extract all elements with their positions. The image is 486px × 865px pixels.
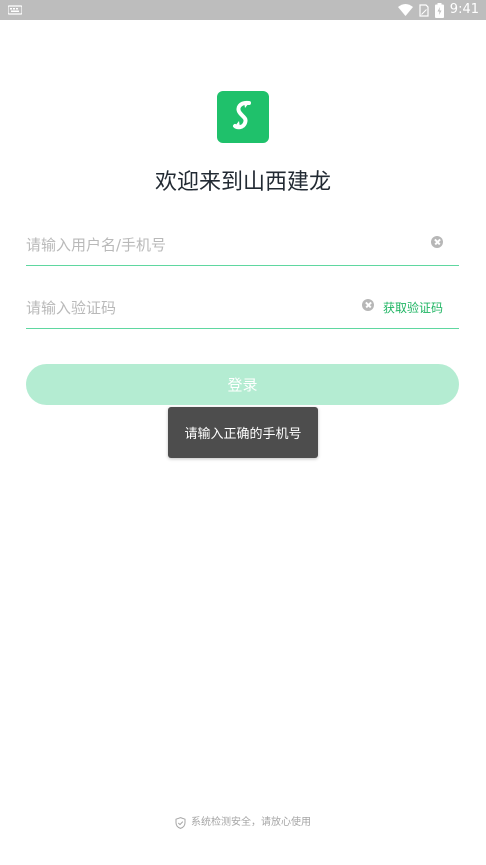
wifi-icon (397, 4, 413, 16)
footer-text: 系统检测安全，请放心使用 (191, 817, 311, 828)
username-input[interactable] (26, 225, 356, 265)
login-button[interactable]: 登录 (26, 364, 459, 405)
toast-message: 请输入正确的手机号 (168, 407, 318, 458)
security-footer: 系统检测安全，请放心使用 (0, 815, 486, 831)
clear-username-icon[interactable] (431, 236, 443, 248)
sim-icon (419, 3, 429, 17)
app-logo-icon (217, 91, 269, 143)
battery-icon (434, 2, 444, 18)
username-field (26, 225, 459, 266)
notification-icon (8, 5, 22, 15)
status-icons: 9:41 (397, 2, 479, 18)
verification-code-field: 获取验证码 (26, 288, 459, 329)
get-code-button[interactable]: 获取验证码 (383, 299, 443, 317)
status-bar: 9:41 (0, 0, 486, 20)
status-time: 9:41 (449, 2, 479, 17)
verification-code-input[interactable] (26, 288, 356, 328)
shield-check-icon (175, 817, 186, 829)
welcome-title: 欢迎来到山西建龙 (154, 170, 331, 195)
clear-code-icon[interactable] (362, 299, 374, 311)
